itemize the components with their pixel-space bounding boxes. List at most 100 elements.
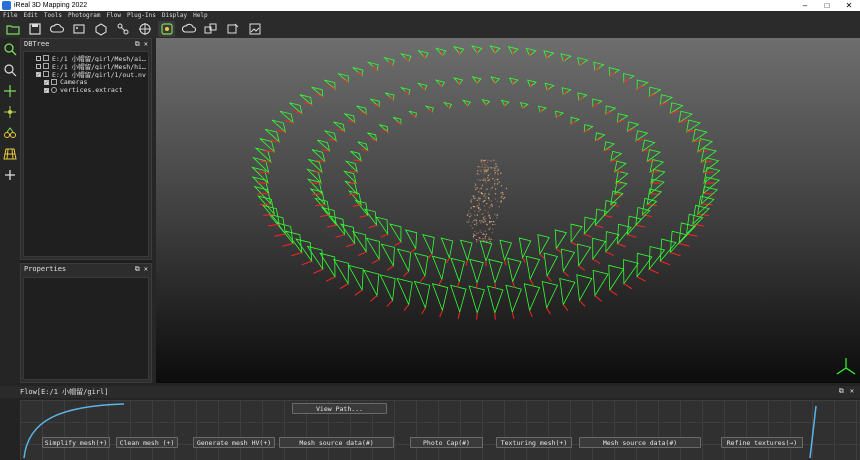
camera-frustum <box>404 229 418 251</box>
camera-frustum <box>659 94 674 106</box>
pivot-icon[interactable] <box>2 104 18 120</box>
point <box>481 166 483 168</box>
view-path-button[interactable]: View Path... <box>292 403 387 414</box>
open-folder-icon[interactable] <box>4 21 21 37</box>
menu-photogram[interactable]: Photogram <box>68 12 101 19</box>
point <box>490 200 493 202</box>
checkbox[interactable] <box>36 63 41 69</box>
point <box>489 240 491 243</box>
point <box>496 170 498 172</box>
pick-icon[interactable] <box>2 167 18 183</box>
camera-frustum <box>541 280 559 310</box>
menu-edit[interactable]: Edit <box>23 12 37 19</box>
camera-axis <box>439 310 443 318</box>
float-icon[interactable]: ⧉ <box>839 387 844 395</box>
camera-frustum <box>365 237 380 261</box>
camera-frustum <box>317 139 331 153</box>
tree-item[interactable]: ✓ vertices.extract <box>36 86 146 94</box>
camera-frustum <box>610 150 623 162</box>
point <box>488 193 490 195</box>
point <box>486 169 488 171</box>
app-logo-icon <box>2 1 11 10</box>
camera-frustum <box>593 61 605 72</box>
cube-edit-icon[interactable] <box>224 21 241 37</box>
float-icon[interactable]: ⧉ <box>135 40 140 48</box>
target-icon[interactable] <box>136 21 153 37</box>
camera-frustum <box>646 188 663 206</box>
camera-frustum <box>299 94 313 106</box>
image-export-icon[interactable] <box>246 21 263 37</box>
point <box>484 163 486 165</box>
checkbox[interactable]: ✓ <box>44 87 49 93</box>
transform-icon[interactable] <box>202 21 219 37</box>
segment-icon[interactable] <box>2 125 18 141</box>
clean-mesh-button[interactable]: Clean mesh (+) <box>116 437 178 448</box>
point <box>503 196 506 199</box>
menu-help[interactable]: Help <box>193 12 207 19</box>
cloud-outline-icon[interactable] <box>180 21 197 37</box>
menu-display[interactable]: Display <box>162 12 187 19</box>
3d-viewport[interactable] <box>156 38 860 383</box>
menu-plugins[interactable]: Plug-Ins <box>127 12 156 19</box>
refine-textures-button[interactable]: Refine textures(→) <box>721 437 803 448</box>
mesh-source-data-button-2[interactable]: Mesh source data(#) <box>579 437 701 448</box>
zoom-area-icon[interactable] <box>2 62 18 78</box>
zoom-icon[interactable] <box>2 41 18 57</box>
photo-cap-button[interactable]: Photo Cap(#) <box>410 437 483 448</box>
camera-frustum <box>570 223 583 244</box>
point <box>474 197 477 199</box>
camera-frustum <box>356 105 367 116</box>
menu-file[interactable]: File <box>3 12 17 19</box>
flow-icon[interactable] <box>114 21 131 37</box>
camera-frustum <box>459 239 473 262</box>
camera-frustum <box>264 128 280 144</box>
generate-mesh-button[interactable]: Generate mesh HV(+) <box>193 437 275 448</box>
camera-frustum <box>347 190 362 207</box>
camera-axis <box>623 78 630 83</box>
close-icon[interactable]: ✕ <box>838 0 860 11</box>
float-icon[interactable]: ⧉ <box>135 265 140 273</box>
tree-item[interactable]: E:/1 小帽留/girl/Mesh/hi… <box>36 62 146 70</box>
flow-canvas[interactable] <box>20 400 860 460</box>
tree-item[interactable]: E:/1 小帽留/girl/Mesh/ai… <box>36 54 146 62</box>
mesh-model-icon[interactable] <box>92 21 109 37</box>
minimize-icon[interactable]: – <box>794 0 816 11</box>
camera-axis <box>404 90 410 96</box>
save-icon[interactable] <box>26 21 43 37</box>
close-icon[interactable]: ✕ <box>144 265 148 273</box>
cloud-icon[interactable] <box>48 21 65 37</box>
point <box>494 193 497 195</box>
point <box>488 238 490 240</box>
checkbox[interactable] <box>36 55 41 61</box>
checkbox[interactable]: ✓ <box>44 79 49 85</box>
point <box>474 186 476 188</box>
maximize-icon[interactable]: □ <box>816 0 838 11</box>
grid-icon[interactable] <box>2 146 18 162</box>
simplify-mesh-button[interactable]: Simplify mesh(+) <box>42 437 110 448</box>
point <box>494 169 496 172</box>
point <box>486 161 489 164</box>
close-icon[interactable]: ✕ <box>850 387 854 395</box>
move-axis-icon[interactable] <box>2 83 18 99</box>
mesh-color-icon[interactable] <box>158 20 175 37</box>
tree-item-label: vertices.extract <box>60 86 123 94</box>
texturing-mesh-button[interactable]: Texturing mesh(+) <box>496 437 572 448</box>
point-cloud <box>466 159 508 243</box>
camera-axis <box>274 233 286 237</box>
close-icon[interactable]: ✕ <box>144 40 148 48</box>
camera-frustum <box>379 124 389 133</box>
camera-axis <box>368 224 377 229</box>
mesh-source-data-button[interactable]: Mesh source data(#) <box>279 437 394 448</box>
menu-flow[interactable]: Flow <box>106 12 120 19</box>
camera-axis <box>282 242 294 247</box>
point <box>491 205 493 207</box>
point <box>468 221 470 223</box>
tree-item[interactable]: ✓ E:/1 小帽留/girl/1/out.nvm <box>36 70 146 78</box>
tree-item[interactable]: ✓ Cameras <box>36 78 146 86</box>
point <box>474 223 476 226</box>
point <box>484 159 486 162</box>
mesh-file-icon <box>43 55 49 61</box>
checkbox[interactable]: ✓ <box>36 71 41 77</box>
menu-tools[interactable]: Tools <box>44 12 62 19</box>
screenshot-icon[interactable] <box>70 21 87 37</box>
